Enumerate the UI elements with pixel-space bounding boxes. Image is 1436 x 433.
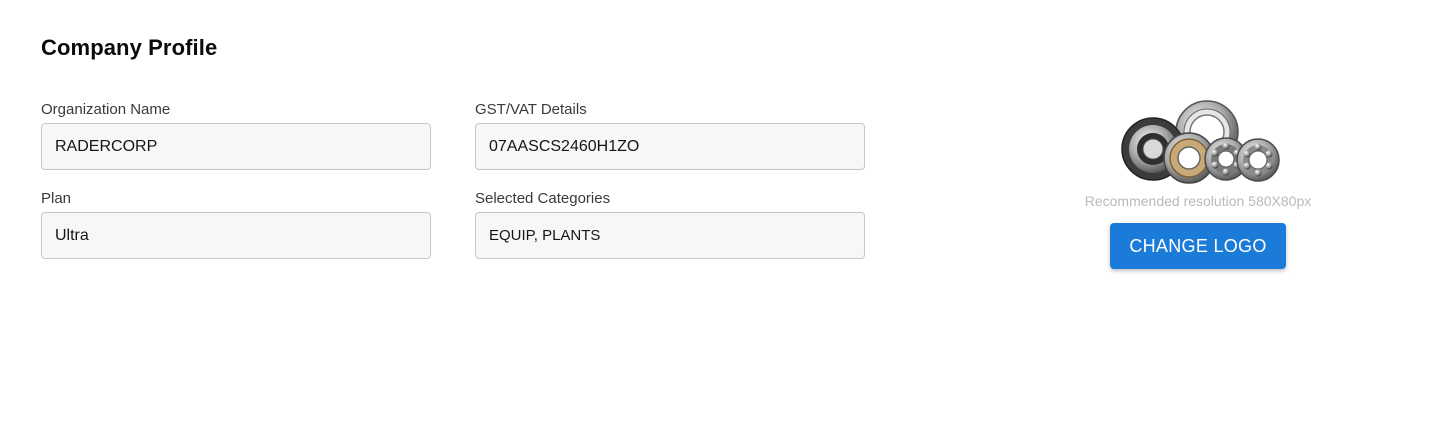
gst-vat-label: GST/VAT Details — [475, 101, 587, 118]
selected-categories-field: Selected Categories — [475, 190, 865, 259]
selected-categories-input[interactable] — [475, 212, 865, 259]
organization-name-label: Organization Name — [41, 101, 171, 118]
plan-input[interactable] — [41, 212, 431, 259]
change-logo-button[interactable]: CHANGE LOGO — [1110, 223, 1286, 269]
plan-label: Plan — [41, 190, 72, 207]
organization-name-input[interactable] — [41, 123, 431, 170]
organization-name-field: Organization Name — [41, 101, 431, 170]
page-title: Company Profile — [41, 35, 218, 60]
bearing-small-icon — [1236, 138, 1280, 182]
logo-panel: Recommended resolution 580X80px CHANGE L… — [1060, 98, 1336, 269]
company-logo-image — [1121, 100, 1280, 184]
gst-vat-input[interactable] — [475, 123, 865, 170]
logo-resolution-hint: Recommended resolution 580X80px — [1084, 193, 1312, 209]
plan-field: Plan — [41, 190, 431, 259]
gst-vat-field: GST/VAT Details — [475, 101, 865, 170]
selected-categories-label: Selected Categories — [475, 190, 611, 207]
